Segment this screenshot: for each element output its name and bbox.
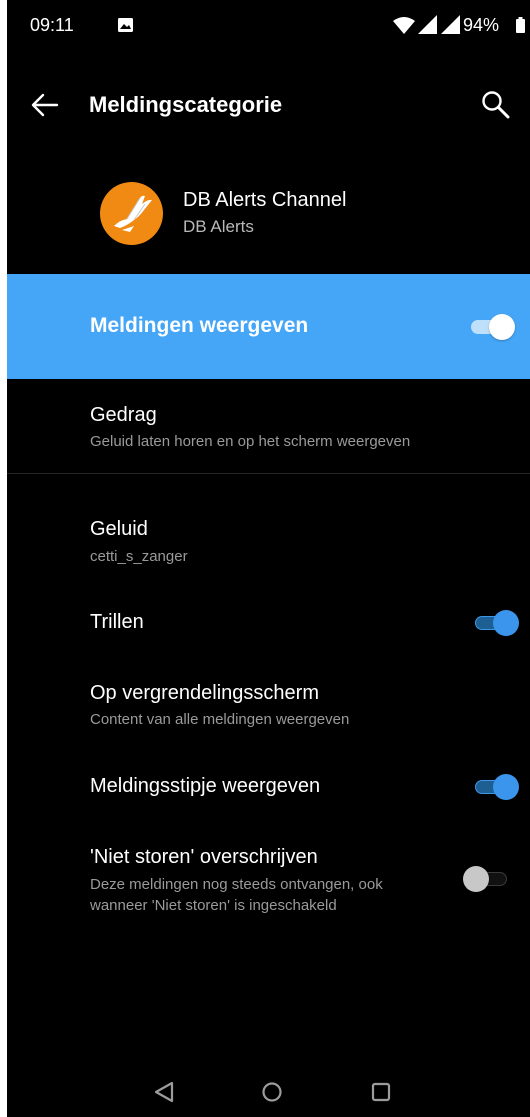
battery-percent: 94% [463, 15, 500, 35]
switch-thumb [463, 866, 489, 892]
nav-back-icon[interactable] [153, 1080, 175, 1104]
behavior-subtitle: Geluid laten horen en op het scherm weer… [90, 433, 411, 450]
page-title: Meldingscategorie [89, 92, 283, 117]
show-notifications-row[interactable]: Meldingen weergeven [7, 274, 530, 379]
dnd-override-title: 'Niet storen' overschrijven [90, 846, 318, 868]
show-notifications-switch[interactable] [467, 314, 515, 340]
badge-row[interactable]: Meldingsstipje weergeven [7, 753, 530, 819]
photo-icon [118, 18, 133, 32]
search-icon[interactable] [481, 90, 511, 122]
app-header: DB Alerts Channel DB Alerts [7, 170, 530, 260]
lockscreen-row[interactable]: Op vergrendelingsscherm Content van alle… [7, 665, 530, 745]
sound-subtitle: cetti_s_zanger [90, 548, 188, 565]
dnd-override-switch[interactable] [463, 866, 511, 892]
behavior-title: Gedrag [90, 404, 157, 426]
back-arrow-icon[interactable] [31, 93, 59, 117]
lockscreen-title: Op vergrendelingsscherm [90, 682, 319, 704]
behavior-row[interactable]: Gedrag Geluid laten horen en op het sche… [7, 379, 530, 473]
vibrate-switch[interactable] [471, 610, 519, 636]
signal-icon [441, 15, 460, 34]
battery-icon [516, 17, 525, 33]
status-bar: 09:11 94% [7, 0, 530, 52]
signal-icon [418, 15, 437, 34]
dnd-override-subtitle-line2: wanneer 'Niet storen' is ingeschakeld [90, 897, 337, 914]
sound-title: Geluid [90, 518, 148, 540]
lockscreen-subtitle: Content van alle meldingen weergeven [90, 711, 350, 728]
switch-thumb [493, 774, 519, 800]
badge-switch[interactable] [471, 774, 519, 800]
wifi-icon [393, 17, 415, 34]
channel-name: DB Alerts Channel [183, 189, 347, 211]
status-time: 09:11 [30, 15, 74, 35]
badge-title: Meldingsstipje weergeven [90, 775, 321, 797]
dnd-override-row[interactable]: 'Niet storen' overschrijven Deze melding… [7, 830, 530, 930]
vibrate-row[interactable]: Trillen [7, 590, 530, 656]
switch-thumb [493, 610, 519, 636]
app-bar: Meldingscategorie [7, 70, 530, 140]
app-name: DB Alerts [183, 217, 254, 236]
bird-logo-icon [100, 182, 163, 245]
screen: 09:11 94% Meldingscategorie DB Alerts Ch… [7, 0, 530, 1117]
vibrate-title: Trillen [90, 611, 144, 633]
sound-row[interactable]: Geluid cetti_s_zanger [7, 500, 530, 580]
nav-recents-icon[interactable] [370, 1081, 392, 1103]
switch-thumb [489, 314, 515, 340]
nav-home-icon[interactable] [261, 1081, 283, 1103]
divider [7, 473, 530, 474]
show-notifications-label: Meldingen weergeven [90, 314, 309, 337]
dnd-override-subtitle-line1: Deze meldingen nog steeds ontvangen, ook [90, 876, 383, 893]
